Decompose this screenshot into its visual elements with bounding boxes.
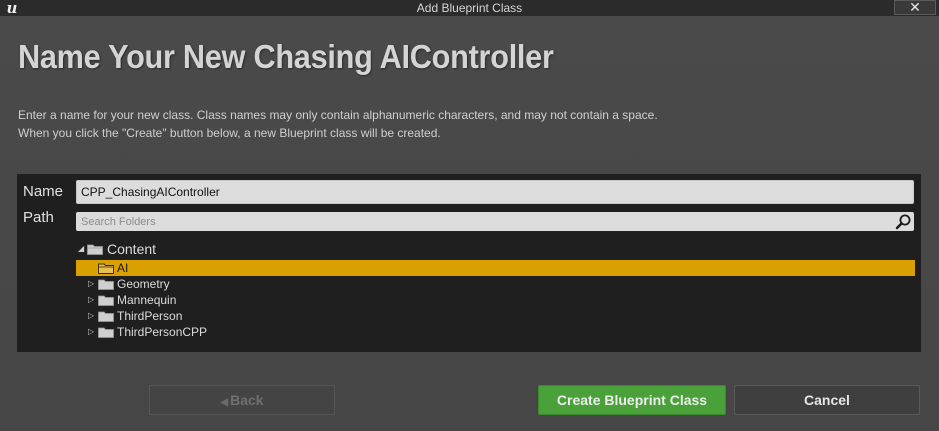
tree-item-ai[interactable]: AI [76,260,915,276]
add-blueprint-class-dialog: u Add Blueprint Class ✕ Name Your New Ch… [0,0,939,431]
tree-item-label: ThirdPersonCPP [117,325,208,339]
tree-item-content[interactable]: ◢ Content [76,241,915,257]
class-path-panel: Name Path ◢ Content [17,174,921,352]
tree-item-thirdperson[interactable]: ▷ ThirdPerson [76,308,915,324]
folder-icon [87,244,103,255]
search-folders-input[interactable] [76,212,886,231]
title-bar[interactable]: u Add Blueprint Class ✕ [0,0,939,16]
tree-item-label: Geometry [117,277,170,291]
tree-item-thirdpersoncpp[interactable]: ▷ ThirdPersonCPP [76,324,915,340]
description-line-2: When you click the "Create" button below… [18,126,441,140]
description-line-1: Enter a name for your new class. Class n… [18,108,658,122]
path-label: Path [23,209,54,226]
tree-item-mannequin[interactable]: ▷ Mannequin [76,292,915,308]
search-icon[interactable] [895,213,912,230]
back-button[interactable]: ◀ Back [149,385,335,415]
triangle-right-icon[interactable]: ▷ [88,276,96,292]
triangle-down-icon[interactable]: ◢ [78,241,86,257]
arrow-left-icon: ◀ [220,397,229,408]
tree-item-geometry[interactable]: ▷ Geometry [76,276,915,292]
close-button[interactable]: ✕ [894,0,936,15]
window-title: Add Blueprint Class [416,1,523,15]
page-title: Name Your New Chasing AIController [18,38,554,75]
name-label: Name [23,183,64,200]
triangle-right-icon[interactable]: ▷ [88,308,96,324]
folder-icon [98,327,114,338]
back-button-label: Back [230,392,264,408]
create-blueprint-class-button[interactable]: Create Blueprint Class [538,385,726,415]
folder-icon [98,263,114,274]
close-icon: ✕ [909,0,921,15]
cancel-button[interactable]: Cancel [734,385,920,415]
tree-item-label: Content [107,241,157,257]
folder-icon [98,279,114,290]
tree-item-label: ThirdPerson [117,309,183,323]
folder-icon [98,295,114,306]
class-name-input[interactable] [76,180,914,204]
search-folders-box[interactable] [76,212,914,231]
triangle-right-icon[interactable]: ▷ [88,292,96,308]
triangle-right-icon[interactable]: ▷ [88,324,96,340]
tree-item-label: AI [117,261,129,275]
folder-icon [98,311,114,322]
tree-item-label: Mannequin [117,293,177,307]
folder-tree: ◢ Content AI ▷ Geometry ▷ Mannequin ▷ Th… [76,238,915,348]
